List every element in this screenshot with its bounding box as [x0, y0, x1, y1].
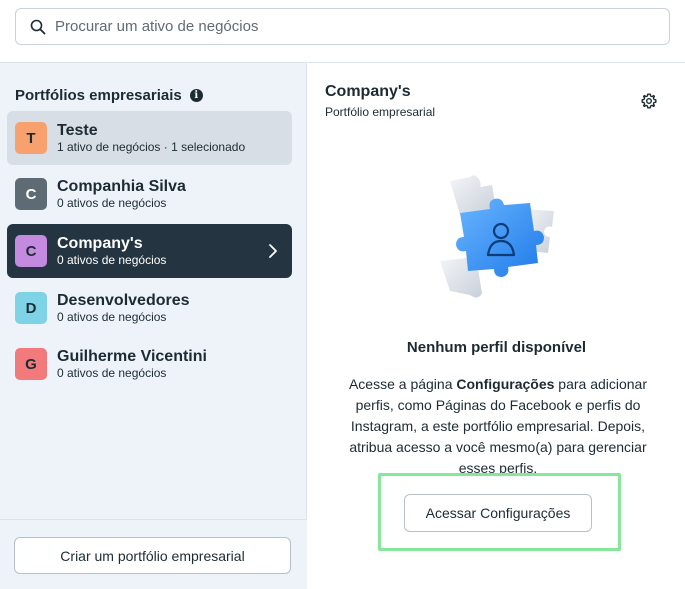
- sidebar-item-desenvolvedores[interactable]: D Desenvolvedores 0 ativos de negócios: [7, 281, 292, 335]
- desc-part: Acesse a página: [348, 376, 457, 392]
- detail-title: Company's: [325, 83, 411, 100]
- chevron-right-icon: [269, 244, 277, 258]
- sidebar-footer: Criar um portfólio empresarial: [0, 519, 307, 589]
- item-name: Guilherme Vicentini: [57, 348, 207, 365]
- item-subtitle: 0 ativos de negócios: [57, 310, 167, 324]
- detail-subtitle: Portfólio empresarial: [325, 105, 436, 119]
- avatar: G: [15, 348, 47, 380]
- item-subtitle: 1 ativo de negócios · 1 selecionado: [57, 140, 246, 154]
- item-subtitle: 0 ativos de negócios: [57, 253, 167, 267]
- sidebar-item-guilherme-vicentini[interactable]: G Guilherme Vicentini 0 ativos de negóci…: [7, 337, 292, 391]
- empty-state-description: Acesse a página Configurações para adici…: [338, 374, 658, 479]
- sidebar-item-teste[interactable]: T Teste 1 ativo de negócios · 1 selecion…: [7, 111, 292, 165]
- sidebar-title: Portfólios empresariais i: [15, 87, 203, 104]
- info-icon[interactable]: i: [189, 89, 203, 102]
- search-input[interactable]: [55, 18, 655, 35]
- item-name: Company's: [57, 235, 143, 252]
- sidebar-title-text: Portfólios empresariais: [15, 87, 182, 104]
- search-box[interactable]: [15, 8, 670, 45]
- empty-state-title: Nenhum perfil disponível: [406, 339, 587, 356]
- item-subtitle: 0 ativos de negócios: [57, 366, 167, 380]
- avatar: C: [15, 178, 47, 210]
- create-portfolio-button[interactable]: Criar um portfólio empresarial: [14, 537, 291, 574]
- search-bar: [0, 0, 685, 62]
- avatar: C: [15, 235, 47, 267]
- item-subtitle: 0 ativos de negócios: [57, 196, 167, 210]
- avatar: D: [15, 292, 47, 324]
- item-name: Companhia Silva: [57, 178, 186, 195]
- puzzle-user-illustration: [440, 175, 554, 298]
- item-name: Desenvolvedores: [57, 292, 190, 309]
- sidebar-item-companhia-silva[interactable]: C Companhia Silva 0 ativos de negócios: [7, 167, 292, 221]
- portfolio-detail-panel: Company's Portfólio empresarial Nenhum p…: [308, 62, 685, 589]
- item-name: Teste: [57, 122, 98, 139]
- sidebar-item-companys[interactable]: C Company's 0 ativos de negócios: [7, 224, 292, 278]
- gear-icon[interactable]: [641, 93, 657, 109]
- portfolio-sidebar: Portfólios empresariais i T Teste 1 ativ…: [0, 62, 307, 589]
- open-settings-button[interactable]: Acessar Configurações: [404, 494, 592, 532]
- desc-bold-configuracoes: Configurações: [456, 376, 555, 392]
- app-root: Portfólios empresariais i T Teste 1 ativ…: [0, 0, 685, 589]
- search-icon: [30, 19, 46, 34]
- avatar: T: [15, 122, 47, 154]
